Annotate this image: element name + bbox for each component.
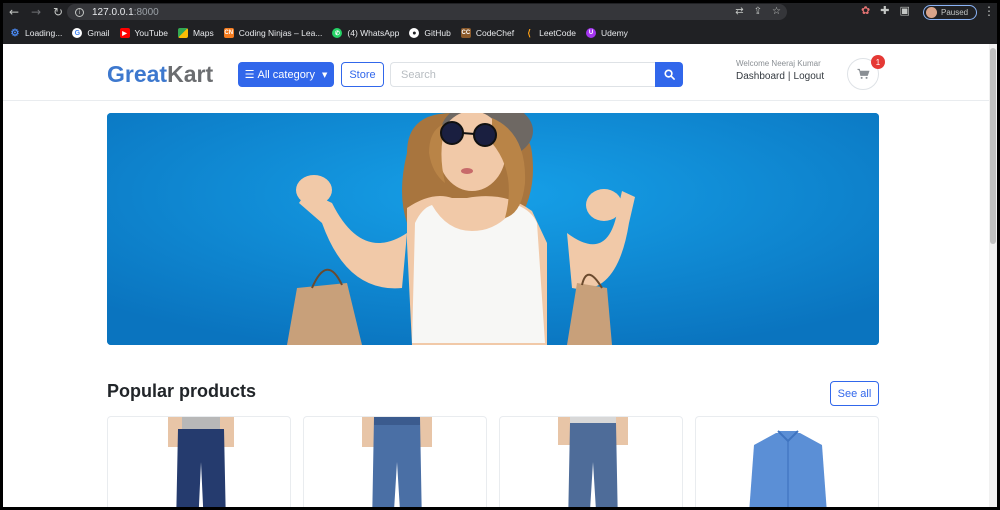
- search-input[interactable]: [390, 62, 656, 87]
- extensions-area: ✿ ✚ ▣: [861, 4, 910, 17]
- side-panel-icon[interactable]: ▣: [899, 4, 909, 17]
- bookmark-youtube[interactable]: ▶ YouTube: [116, 23, 172, 43]
- store-label: Store: [349, 68, 376, 81]
- reload-icon[interactable]: ↻: [47, 3, 69, 21]
- bookmark-label: Maps: [192, 28, 214, 38]
- bookmark-label: Loading...: [25, 28, 63, 38]
- banner-image: [107, 113, 879, 345]
- product-image: [558, 417, 628, 507]
- share-icon[interactable]: ⇪: [754, 6, 762, 17]
- bookmark-label: Coding Ninjas – Lea...: [238, 28, 323, 38]
- logo-kart: Kart: [167, 61, 214, 87]
- dashboard-link[interactable]: Dashboard: [736, 71, 785, 82]
- product-card[interactable]: [695, 416, 879, 507]
- translate-icon[interactable]: ⇄: [735, 6, 743, 17]
- scrollbar-thumb[interactable]: [990, 48, 996, 244]
- whatsapp-icon: ✆: [332, 28, 343, 38]
- link-separator: |: [787, 71, 791, 82]
- browser-chrome: ← → ↻ i 127.0.0.1:8000 ⇄ ⇪ ☆ ✿ ✚ ▣ Pause…: [3, 3, 997, 44]
- bookmarks-bar: ⚙ Loading... G Gmail ▶ YouTube Maps CN Codin…: [3, 23, 997, 43]
- bookmark-label: Gmail: [87, 28, 110, 38]
- caret-down-icon: ▼: [321, 70, 328, 79]
- site-logo[interactable]: GreatKart: [107, 61, 213, 88]
- bookmark-gmail[interactable]: G Gmail: [68, 23, 113, 43]
- bookmark-whatsapp[interactable]: ✆ (4) WhatsApp: [328, 23, 403, 43]
- bookmark-maps[interactable]: Maps: [174, 23, 218, 43]
- page-viewport: GreatKart ☰ All category ▼ Store Welcome…: [3, 44, 997, 507]
- account-links: Dashboard | Logout: [736, 71, 824, 82]
- url-text: 127.0.0.1:8000: [92, 7, 159, 18]
- toolbar: ← → ↻ i 127.0.0.1:8000 ⇄ ⇪ ☆ ✿ ✚ ▣ Pause…: [3, 3, 997, 21]
- logo-great: Great: [107, 61, 168, 87]
- github-icon: ●: [409, 28, 420, 38]
- google-icon: G: [72, 28, 83, 38]
- address-bar[interactable]: i 127.0.0.1:8000 ⇄ ⇪ ☆: [67, 4, 787, 20]
- bookmark-star-icon[interactable]: ☆: [772, 6, 781, 17]
- extension-icon[interactable]: ✿: [861, 4, 870, 17]
- coding-ninjas-icon: CN: [223, 28, 234, 38]
- hero-banner[interactable]: [107, 113, 879, 345]
- url-host: 127.0.0.1: [92, 6, 134, 18]
- bookmark-label: Udemy: [600, 28, 628, 38]
- bookmark-udemy[interactable]: U Udemy: [582, 23, 632, 43]
- see-all-label: See all: [837, 387, 872, 400]
- maps-icon: [177, 28, 188, 38]
- category-label: All category: [257, 68, 315, 81]
- search-icon: [663, 69, 675, 80]
- page-scrollbar[interactable]: [989, 44, 997, 507]
- logout-link[interactable]: Logout: [794, 71, 825, 82]
- bookmark-label: YouTube: [134, 28, 168, 38]
- cart-count-badge: 1: [871, 55, 885, 69]
- leetcode-icon: ⟨: [527, 27, 531, 38]
- site-info-icon[interactable]: i: [75, 7, 84, 17]
- bookmark-label: (4) WhatsApp: [347, 28, 400, 38]
- site-header: GreatKart ☰ All category ▼ Store Welcome…: [3, 44, 989, 101]
- welcome-text: Welcome Neeraj Kumar: [736, 59, 821, 68]
- shopping-cart-icon: [856, 68, 870, 79]
- all-category-button[interactable]: ☰ All category ▼: [238, 62, 334, 87]
- bookmark-label: LeetCode: [539, 28, 576, 38]
- profile-avatar: [926, 7, 937, 18]
- menu-bars-icon: ☰: [244, 68, 255, 81]
- product-image: [362, 417, 432, 507]
- search-button[interactable]: [655, 62, 683, 87]
- puzzle-icon[interactable]: ✚: [880, 4, 889, 17]
- profile-button[interactable]: Paused: [923, 5, 977, 20]
- codechef-icon: CC: [460, 28, 471, 38]
- youtube-icon: ▶: [119, 28, 130, 38]
- product-image: [168, 417, 234, 507]
- bookmark-leetcode[interactable]: ⟨ LeetCode: [520, 23, 580, 43]
- back-icon[interactable]: ←: [3, 3, 25, 21]
- loading-icon: ⚙: [10, 27, 20, 39]
- omnibox-actions: ⇄ ⇪ ☆: [735, 6, 781, 17]
- bookmark-label: CodeChef: [475, 28, 515, 38]
- product-card[interactable]: [303, 416, 487, 507]
- bookmark-label: GitHub: [424, 28, 451, 38]
- menu-icon[interactable]: ⋮: [983, 4, 995, 18]
- profile-status: Paused: [941, 8, 969, 17]
- bookmark-codechef[interactable]: CC CodeChef: [457, 23, 518, 43]
- udemy-icon: U: [585, 28, 596, 38]
- section-title: Popular products: [107, 381, 257, 401]
- store-button[interactable]: Store: [341, 62, 384, 87]
- bookmark-coding-ninjas[interactable]: CN Coding Ninjas – Lea...: [220, 23, 327, 43]
- bookmark-github[interactable]: ● GitHub: [405, 23, 454, 43]
- product-card[interactable]: [107, 416, 291, 507]
- see-all-button[interactable]: See all: [830, 381, 879, 406]
- forward-icon[interactable]: →: [25, 3, 47, 21]
- product-image: [749, 430, 827, 507]
- bookmark-loading[interactable]: ⚙ Loading...: [6, 23, 66, 43]
- product-card[interactable]: [499, 416, 683, 507]
- url-port: :8000: [133, 6, 159, 18]
